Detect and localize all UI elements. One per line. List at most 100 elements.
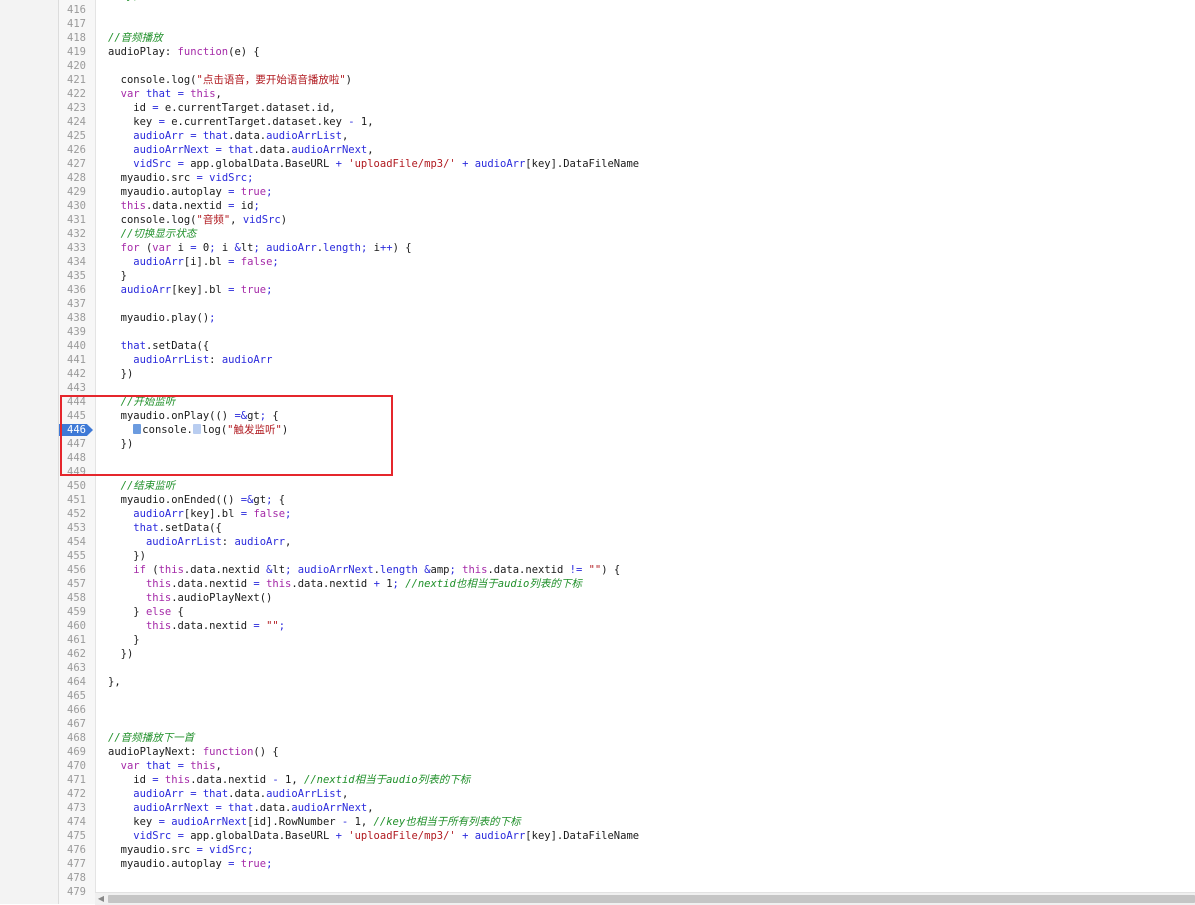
code-line[interactable]: 466	[0, 703, 1195, 717]
line-number[interactable]: 473	[59, 801, 86, 815]
code-line[interactable]: 423 id = e.currentTarget.dataset.id,	[0, 101, 1195, 115]
line-number[interactable]: 479	[59, 885, 86, 899]
line-number[interactable]: 475	[59, 829, 86, 843]
code-line[interactable]: 469 audioPlayNext: function() {	[0, 745, 1195, 759]
line-number[interactable]: 448	[59, 451, 86, 465]
line-number[interactable]: 431	[59, 213, 86, 227]
code-line[interactable]: 445 myaudio.onPlay(() =&gt; {	[0, 409, 1195, 423]
line-number[interactable]: 476	[59, 843, 86, 857]
line-number[interactable]: 452	[59, 507, 86, 521]
line-number[interactable]: 422	[59, 87, 86, 101]
breakpoint-marker-icon[interactable]	[192, 424, 201, 434]
code-line[interactable]: 447 })	[0, 437, 1195, 451]
code-line[interactable]: 438 myaudio.play();	[0, 311, 1195, 325]
line-number[interactable]: 433	[59, 241, 86, 255]
line-number[interactable]: 454	[59, 535, 86, 549]
line-number[interactable]: 435	[59, 269, 86, 283]
line-number[interactable]: 418	[59, 31, 86, 45]
line-number[interactable]: 429	[59, 185, 86, 199]
code-line[interactable]: 472 audioArr = that.data.audioArrList,	[0, 787, 1195, 801]
code-line[interactable]: 475 vidSrc = app.globalData.BaseURL + 'u…	[0, 829, 1195, 843]
code-line[interactable]: 457 this.data.nextid = this.data.nextid …	[0, 577, 1195, 591]
line-number[interactable]: 442	[59, 367, 86, 381]
code-line[interactable]: 458 this.audioPlayNext()	[0, 591, 1195, 605]
line-number[interactable]: 416	[59, 3, 86, 17]
code-line[interactable]: 432 //切换显示状态	[0, 227, 1195, 241]
line-number[interactable]: 457	[59, 577, 86, 591]
line-number[interactable]: 467	[59, 717, 86, 731]
line-number[interactable]: 432	[59, 227, 86, 241]
code-line[interactable]: 417	[0, 17, 1195, 31]
line-number[interactable]: 463	[59, 661, 86, 675]
line-number[interactable]: 471	[59, 773, 86, 787]
code-line[interactable]: 441 audioArrList: audioArr	[0, 353, 1195, 367]
code-line[interactable]: 451 myaudio.onEnded(() =&gt; {	[0, 493, 1195, 507]
code-line[interactable]: 426 audioArrNext = that.data.audioArrNex…	[0, 143, 1195, 157]
code-line[interactable]: 462 })	[0, 647, 1195, 661]
code-line[interactable]: 421 console.log("点击语音，要开始语音播放啦")	[0, 73, 1195, 87]
code-line[interactable]: 450 //结束监听	[0, 479, 1195, 493]
line-number[interactable]: 419	[59, 45, 86, 59]
code-line[interactable]: 420	[0, 59, 1195, 73]
line-number[interactable]: 474	[59, 815, 86, 829]
line-number[interactable]: 460	[59, 619, 86, 633]
line-number[interactable]: 425	[59, 129, 86, 143]
line-number[interactable]: 472	[59, 787, 86, 801]
scrollbar-thumb[interactable]	[108, 895, 1195, 903]
code-line[interactable]: 424 key = e.currentTarget.dataset.key - …	[0, 115, 1195, 129]
scroll-left-arrow-icon[interactable]: ◀	[95, 893, 107, 905]
line-number[interactable]: 461	[59, 633, 86, 647]
code-line[interactable]: 463	[0, 661, 1195, 675]
line-number[interactable]: 428	[59, 171, 86, 185]
code-line[interactable]: 440 that.setData({	[0, 339, 1195, 353]
line-number[interactable]: 437	[59, 297, 86, 311]
line-number[interactable]: 462	[59, 647, 86, 661]
breakpoint-marker-icon[interactable]	[133, 424, 142, 434]
line-number[interactable]: 477	[59, 857, 86, 871]
code-line[interactable]: 430 this.data.nextid = id;	[0, 199, 1195, 213]
line-number[interactable]: 426	[59, 143, 86, 157]
line-number[interactable]: 441	[59, 353, 86, 367]
code-line[interactable]: 433 for (var i = 0; i &lt; audioArr.leng…	[0, 241, 1195, 255]
code-line[interactable]: 476 myaudio.src = vidSrc;	[0, 843, 1195, 857]
line-number[interactable]: 478	[59, 871, 86, 885]
code-line[interactable]: 468 //音频播放下一首	[0, 731, 1195, 745]
code-line[interactable]: 419 audioPlay: function(e) {	[0, 45, 1195, 59]
code-line[interactable]: 465	[0, 689, 1195, 703]
line-number[interactable]: 456	[59, 563, 86, 577]
line-number[interactable]: 451	[59, 493, 86, 507]
line-number[interactable]: 446	[59, 423, 86, 437]
line-number[interactable]: 444	[59, 395, 86, 409]
code-line[interactable]: 416	[0, 3, 1195, 17]
code-line[interactable]: 444 //开始监听	[0, 395, 1195, 409]
code-line[interactable]: 427 vidSrc = app.globalData.BaseURL + 'u…	[0, 157, 1195, 171]
line-number[interactable]: 445	[59, 409, 86, 423]
line-number[interactable]: 423	[59, 101, 86, 115]
line-number[interactable]: 459	[59, 605, 86, 619]
code-line[interactable]: 435 }	[0, 269, 1195, 283]
code-line[interactable]: 470 var that = this,	[0, 759, 1195, 773]
code-line[interactable]: 461 }	[0, 633, 1195, 647]
code-line[interactable]: 434 audioArr[i].bl = false;	[0, 255, 1195, 269]
code-line[interactable]: 418 //音频播放	[0, 31, 1195, 45]
code-line[interactable]: 460 this.data.nextid = "";	[0, 619, 1195, 633]
line-number[interactable]: 438	[59, 311, 86, 325]
code-line[interactable]: 428 myaudio.src = vidSrc;	[0, 171, 1195, 185]
code-line[interactable]: 464},	[0, 675, 1195, 689]
code-editor[interactable]: 415// },416417418//音频播放419audioPlay: fun…	[0, 0, 1195, 899]
code-line[interactable]: 442 })	[0, 367, 1195, 381]
line-number[interactable]: 443	[59, 381, 86, 395]
code-line[interactable]: 439	[0, 325, 1195, 339]
code-line[interactable]: 454 audioArrList: audioArr,	[0, 535, 1195, 549]
line-number[interactable]: 436	[59, 283, 86, 297]
code-line[interactable]: 456 if (this.data.nextid &lt; audioArrNe…	[0, 563, 1195, 577]
code-line[interactable]: 436 audioArr[key].bl = true;	[0, 283, 1195, 297]
line-number[interactable]: 453	[59, 521, 86, 535]
line-number[interactable]: 455	[59, 549, 86, 563]
line-number[interactable]: 440	[59, 339, 86, 353]
line-number[interactable]: 458	[59, 591, 86, 605]
horizontal-scrollbar[interactable]: ◀	[95, 892, 1195, 905]
code-line[interactable]: 471 id = this.data.nextid - 1, //nextid相…	[0, 773, 1195, 787]
line-number[interactable]: 464	[59, 675, 86, 689]
line-number[interactable]: 447	[59, 437, 86, 451]
